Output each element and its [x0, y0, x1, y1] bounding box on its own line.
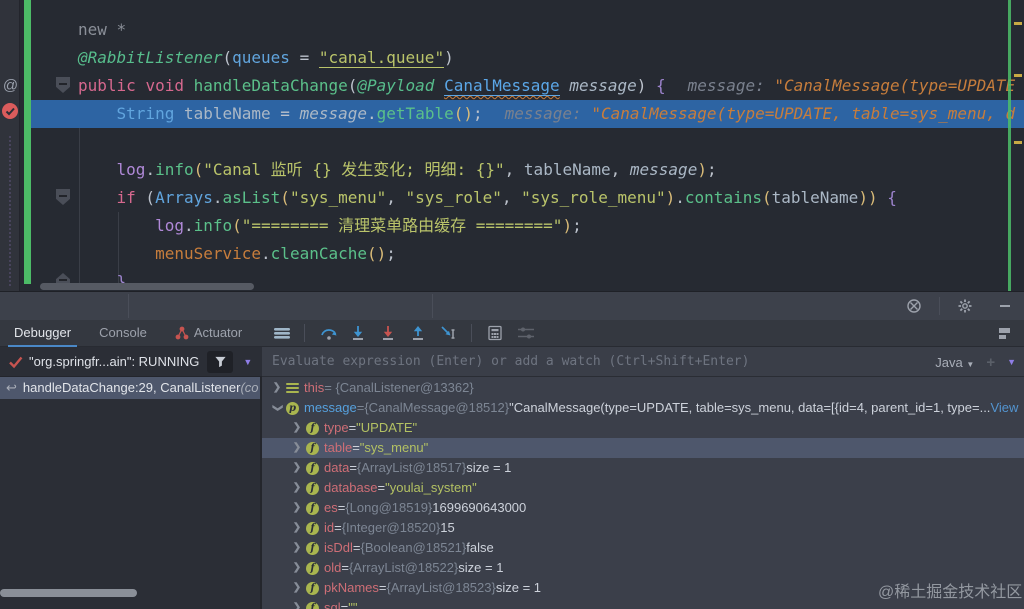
variable-row[interactable]: ❯this = {CanalListener@13362} — [262, 378, 1024, 398]
inline-debug-hint-label: message: — [688, 76, 775, 95]
debug-toolwindow-header — [0, 292, 1024, 320]
hide-icon[interactable] — [997, 298, 1013, 314]
session-status-text: "org.springfr...ain": RUNNING — [29, 354, 199, 369]
step-out-icon[interactable] — [410, 325, 426, 341]
frame-location: (co — [240, 377, 258, 399]
add-watch-icon[interactable]: + — [986, 354, 995, 371]
vcs-change-bar — [24, 0, 31, 284]
evaluate-dropdown-caret[interactable]: ▼ — [1007, 357, 1016, 367]
variable-row[interactable]: ❯ftype = "UPDATE" — [262, 418, 1024, 438]
view-value-link[interactable]: View — [990, 398, 1018, 418]
session-check-icon — [8, 355, 23, 369]
session-dropdown-caret[interactable]: ▼ — [243, 357, 252, 367]
inline-debug-hint-value: "CanalMessage(type=UPDATE, table=sys_men… — [591, 104, 1015, 123]
field-icon: f — [306, 422, 319, 435]
ide-debug-window: { "colors": { "execution_line": "#2d64a3… — [0, 0, 1024, 609]
frames-panel: ↩ handleDataChange:29, CanalListener (co — [0, 377, 260, 609]
variable-row[interactable]: ❯fisDdl = {Boolean@18521} false — [262, 538, 1024, 558]
field-icon: f — [306, 462, 319, 475]
tab-debugger[interactable]: Debugger — [0, 320, 85, 347]
frame-label: handleDataChange:29, CanalListener — [23, 377, 241, 399]
variable-row[interactable]: ❯fid = {Integer@18520} 15 — [262, 518, 1024, 538]
execution-line[interactable]: String tableName = message.getTable();me… — [0, 100, 1024, 128]
this-object-icon — [286, 382, 299, 395]
code-editor[interactable]: new *@RabbitListener(queues = "canal.que… — [0, 0, 1024, 292]
variable-row[interactable]: ❯fdata = {ArrayList@18517} size = 1 — [262, 458, 1024, 478]
error-stripe-mark[interactable] — [1014, 22, 1022, 25]
watermark-text: @稀土掘金技术社区 — [878, 578, 1022, 602]
variable-row[interactable]: ❯fold = {ArrayList@18522} size = 1 — [262, 558, 1024, 578]
tab-actuator[interactable]: Actuator — [161, 320, 256, 347]
filter-threads-button[interactable] — [207, 351, 233, 373]
tab-label: Console — [99, 320, 147, 346]
frames-horizontal-scrollbar[interactable] — [0, 589, 137, 597]
field-icon: f — [306, 522, 319, 535]
return-arrow-icon: ↩ — [6, 377, 17, 399]
code-line[interactable]: new * — [0, 16, 1024, 44]
expand-chevron-icon[interactable]: ❯ — [290, 538, 304, 558]
expand-chevron-icon[interactable]: ❯ — [290, 578, 304, 598]
target-icon[interactable] — [906, 298, 922, 314]
code-line[interactable]: log.info("======== 清理菜单路由缓存 ========"); — [0, 212, 1024, 240]
code-line[interactable]: public void handleDataChange(@Payload Ca… — [0, 72, 1024, 100]
expand-chevron-icon[interactable]: ❯ — [270, 378, 284, 398]
threads-view-icon[interactable] — [273, 325, 289, 341]
code-line[interactable]: log.info("Canal 监听 {} 发生变化; 明细: {}", tab… — [0, 156, 1024, 184]
expand-chevron-icon[interactable]: ❯ — [290, 518, 304, 538]
stack-frame-row[interactable]: ↩ handleDataChange:29, CanalListener (co — [0, 377, 260, 399]
error-stripe-mark[interactable] — [1014, 74, 1022, 77]
settings-gear-icon[interactable] — [957, 298, 973, 314]
evaluate-expression-bar[interactable]: Evaluate expression (Enter) or add a wat… — [262, 347, 1024, 377]
expand-chevron-icon[interactable]: ❯ — [290, 598, 304, 609]
inline-debug-hint-label: message: — [505, 104, 592, 123]
run-to-cursor-icon[interactable] — [440, 325, 456, 341]
debug-session-status: "org.springfr...ain": RUNNING ▼ — [0, 347, 262, 377]
tab-label: Actuator — [194, 320, 242, 346]
actuator-icon — [175, 326, 189, 340]
toolbar-separator — [304, 324, 305, 342]
step-over-icon[interactable] — [320, 325, 336, 341]
tab-console[interactable]: Console — [85, 320, 161, 347]
variable-row[interactable]: ❯pmessage = {CanalMessage@18512} "CanalM… — [262, 398, 1024, 418]
scrollbar-change-stripe — [1008, 0, 1011, 292]
variable-row[interactable]: ❯ftable = "sys_menu" — [262, 438, 1024, 458]
field-icon: f — [306, 602, 319, 609]
force-step-into-icon[interactable] — [380, 325, 396, 341]
code-line[interactable]: if (Arrays.asList("sys_menu", "sys_role"… — [0, 184, 1024, 212]
field-icon: f — [306, 562, 319, 575]
debug-tab-bar: Debugger Console Actuator — [0, 320, 1024, 347]
expand-chevron-icon[interactable]: ❯ — [290, 418, 304, 438]
evaluate-expression-input[interactable]: Evaluate expression (Enter) or add a wat… — [272, 354, 892, 369]
toolbar-separator — [471, 324, 472, 342]
field-icon: f — [306, 502, 319, 515]
expand-chevron-icon[interactable]: ❯ — [290, 438, 304, 458]
inline-debug-hint-value: "CanalMessage(type=UPDATE — [774, 76, 1015, 95]
language-selector[interactable]: Java ▼ — [935, 355, 974, 370]
variable-row[interactable]: ❯fes = {Long@18519} 1699690643000 — [262, 498, 1024, 518]
expand-chevron-icon[interactable]: ❯ — [290, 498, 304, 518]
collapse-chevron-icon[interactable]: ❯ — [267, 401, 287, 415]
code-line[interactable] — [0, 128, 1024, 156]
mute-renderers-icon[interactable] — [517, 325, 533, 341]
expand-chevron-icon[interactable]: ❯ — [290, 458, 304, 478]
expand-chevron-icon[interactable]: ❯ — [290, 558, 304, 578]
field-icon: f — [306, 582, 319, 595]
parameter-icon: p — [286, 402, 299, 415]
tab-label: Debugger — [14, 320, 71, 346]
variables-panel: ❯this = {CanalListener@13362}❯pmessage =… — [262, 377, 1024, 609]
code-lines: new *@RabbitListener(queues = "canal.que… — [0, 16, 1024, 292]
expand-chevron-icon[interactable]: ❯ — [290, 478, 304, 498]
error-stripe-mark[interactable] — [1014, 141, 1022, 144]
field-icon: f — [306, 482, 319, 495]
evaluate-expression-icon[interactable] — [487, 325, 503, 341]
restore-layout-icon[interactable] — [995, 325, 1011, 341]
code-line[interactable]: @RabbitListener(queues = "canal.queue") — [0, 44, 1024, 72]
field-icon: f — [306, 442, 319, 455]
step-into-icon[interactable] — [350, 325, 366, 341]
field-icon: f — [306, 542, 319, 555]
variable-row[interactable]: ❯fdatabase = "youlai_system" — [262, 478, 1024, 498]
editor-horizontal-scrollbar[interactable] — [40, 283, 254, 290]
code-line[interactable]: menuService.cleanCache(); — [0, 240, 1024, 268]
